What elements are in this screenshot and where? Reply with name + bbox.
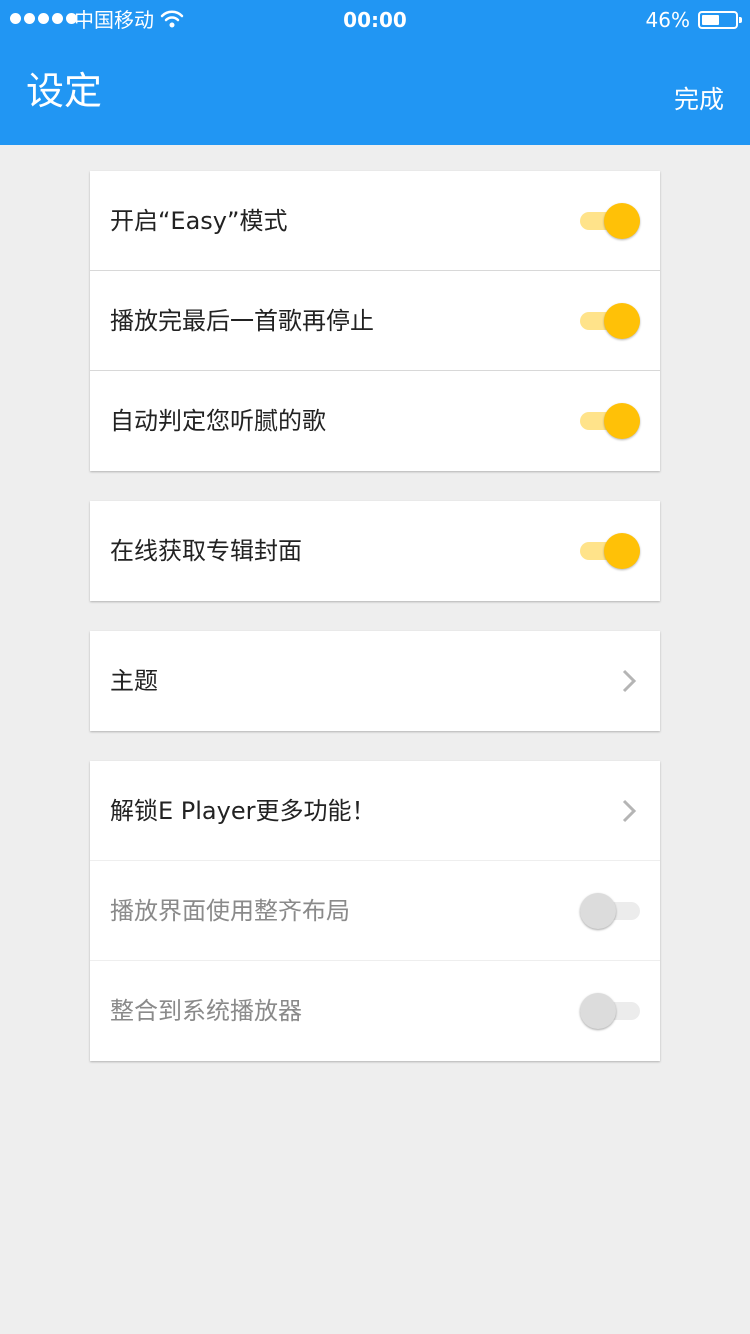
page-title: 设定 [26, 69, 103, 113]
setting-label: 解锁E Player更多功能！ [110, 797, 376, 825]
battery-icon [698, 11, 742, 29]
setting-label: 开启“Easy”模式 [110, 207, 288, 235]
easy-mode-toggle[interactable] [580, 203, 640, 239]
setting-row-tidy-layout[interactable]: 播放界面使用整齐布局 [90, 861, 660, 961]
setting-label: 主题 [110, 667, 158, 695]
toggle-knob [580, 893, 616, 929]
status-time: 00:00 [343, 8, 407, 32]
auto-detect-tired-toggle[interactable] [580, 403, 640, 439]
app-header: 中国移动 00:00 46% 设定 完成 [0, 0, 750, 145]
battery-level-fill [702, 15, 719, 25]
done-button[interactable]: 完成 [674, 82, 724, 118]
chevron-right-icon [622, 669, 637, 693]
setting-row-system-player[interactable]: 整合到系统播放器 [90, 961, 660, 1061]
setting-row-unlock-more[interactable]: 解锁E Player更多功能！ [90, 761, 660, 861]
setting-label: 在线获取专辑封面 [110, 537, 302, 565]
toggle-knob [604, 303, 640, 339]
setting-row-theme[interactable]: 主题 [90, 631, 660, 731]
toggle-knob [604, 403, 640, 439]
setting-label: 播放完最后一首歌再停止 [110, 307, 374, 335]
toggle-knob [604, 533, 640, 569]
status-bar: 中国移动 00:00 46% [0, 0, 750, 40]
setting-label: 自动判定您听腻的歌 [110, 407, 326, 435]
settings-card-playback: 开启“Easy”模式 播放完最后一首歌再停止 自动判定您听腻的歌 [90, 171, 660, 471]
toggle-knob [580, 993, 616, 1029]
setting-label: 播放界面使用整齐布局 [110, 897, 350, 925]
setting-row-online-cover[interactable]: 在线获取专辑封面 [90, 501, 660, 601]
online-cover-toggle[interactable] [580, 533, 640, 569]
stop-after-last-toggle[interactable] [580, 303, 640, 339]
chevron-right-icon [622, 799, 637, 823]
setting-row-easy-mode[interactable]: 开启“Easy”模式 [90, 171, 660, 271]
system-player-toggle[interactable] [580, 993, 640, 1029]
setting-label: 整合到系统播放器 [110, 997, 302, 1025]
setting-row-stop-after-last[interactable]: 播放完最后一首歌再停止 [90, 271, 660, 371]
battery-percentage: 46% [645, 8, 690, 32]
setting-row-auto-detect-tired[interactable]: 自动判定您听腻的歌 [90, 371, 660, 471]
tidy-layout-toggle[interactable] [580, 893, 640, 929]
toggle-knob [604, 203, 640, 239]
settings-card-cover: 在线获取专辑封面 [90, 501, 660, 601]
settings-card-theme: 主题 [90, 631, 660, 731]
settings-card-more: 解锁E Player更多功能！ 播放界面使用整齐布局 整合到系统播放器 [90, 761, 660, 1061]
